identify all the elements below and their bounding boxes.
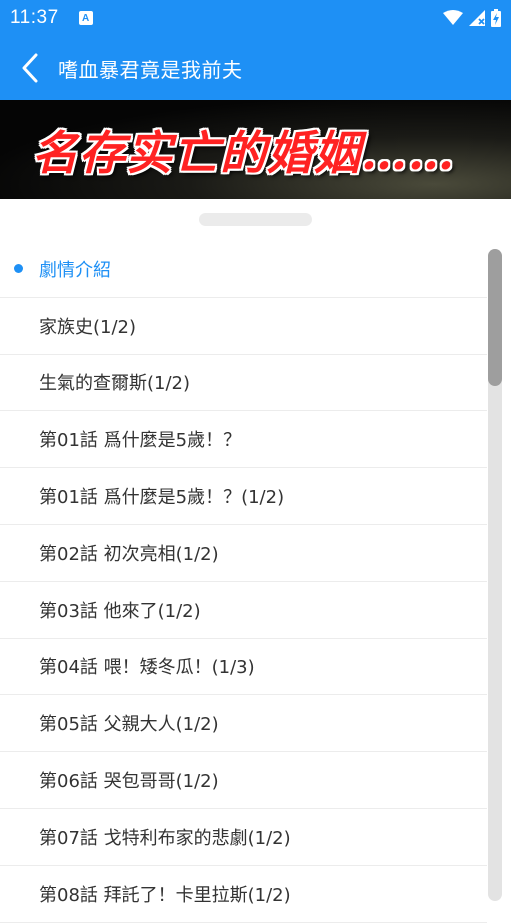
status-icons — [443, 9, 501, 27]
chapter-label: 第06話 哭包哥哥(1/2) — [39, 771, 219, 793]
back-button[interactable] — [0, 36, 60, 100]
app-bar: 嗜血暴君竟是我前夫 — [0, 36, 511, 100]
chapter-list-item[interactable]: 第07話 戈特利布家的悲劇(1/2) — [0, 809, 487, 866]
scrollbar-track[interactable] — [488, 249, 502, 901]
chapter-list: 劇情介紹家族史(1/2) 生氣的查爾斯(1/2) 第01話 爲什麼是5歲！？ 第01話… — [0, 241, 487, 923]
chapter-list-item[interactable]: 家族史(1/2) — [0, 298, 487, 355]
wifi-icon — [443, 10, 463, 25]
status-time: 11:37 — [10, 7, 59, 28]
chapter-list-item[interactable]: 第03話 他來了(1/2) — [0, 582, 487, 639]
page-title: 嗜血暴君竟是我前夫 — [58, 57, 243, 82]
chapter-list-item[interactable]: 第01話 爲什麼是5歲！？(1/2) — [0, 468, 487, 525]
status-bar: 11:37 A — [0, 0, 511, 36]
chapter-label: 劇情介紹 — [39, 259, 111, 281]
chapter-label: 第05話 父親大人(1/2) — [39, 714, 219, 736]
chapter-list-item[interactable]: 劇情介紹 — [0, 241, 487, 298]
chapter-list-item[interactable]: 第04話 喂！矮冬瓜！(1/3) — [0, 639, 487, 696]
banner-text: 名存实亡的婚姻…… — [32, 125, 455, 180]
active-indicator-dot — [14, 264, 23, 274]
chapter-list-item[interactable]: 第01話 爲什麼是5歲！？ — [0, 411, 487, 469]
drag-handle[interactable] — [199, 213, 312, 226]
chapter-label: 第07話 戈特利布家的悲劇(1/2) — [39, 827, 291, 849]
chapter-label: 第03話 他來了(1/2) — [39, 600, 201, 622]
scrollbar-thumb[interactable] — [488, 249, 502, 386]
chapter-label: 第01話 爲什麼是5歲！？ — [39, 430, 242, 452]
battery-charging-icon — [491, 9, 501, 27]
chevron-left-icon — [22, 53, 38, 83]
chapter-sheet: 劇情介紹家族史(1/2) 生氣的查爾斯(1/2) 第01話 爲什麼是5歲！？ 第01話… — [0, 199, 511, 923]
chapter-list-item[interactable]: 第05話 父親大人(1/2) — [0, 695, 487, 753]
notification-a-icon: A — [78, 11, 93, 25]
chapter-list-item[interactable]: 生氣的查爾斯(1/2) — [0, 355, 487, 412]
chapter-list-item[interactable]: 第02話 初次亮相(1/2) — [0, 525, 487, 582]
chapter-list-item[interactable]: 第08話 拜託了！卡里拉斯(1/2) — [0, 866, 487, 923]
chapter-label: 家族史(1/2) — [39, 316, 137, 338]
chapter-label: 第04話 喂！矮冬瓜！(1/3) — [39, 657, 255, 679]
signal-icon — [469, 10, 485, 26]
chapter-list-item[interactable]: 第06話 哭包哥哥(1/2) — [0, 752, 487, 809]
chapter-label: 第01話 爲什麼是5歲！？(1/2) — [39, 487, 285, 509]
chapter-label: 生氣的查爾斯(1/2) — [39, 373, 191, 395]
chapter-label: 第02話 初次亮相(1/2) — [39, 543, 219, 565]
chapter-label: 第08話 拜託了！卡里拉斯(1/2) — [39, 884, 291, 906]
cover-banner: 名存实亡的婚姻…… — [0, 100, 511, 199]
